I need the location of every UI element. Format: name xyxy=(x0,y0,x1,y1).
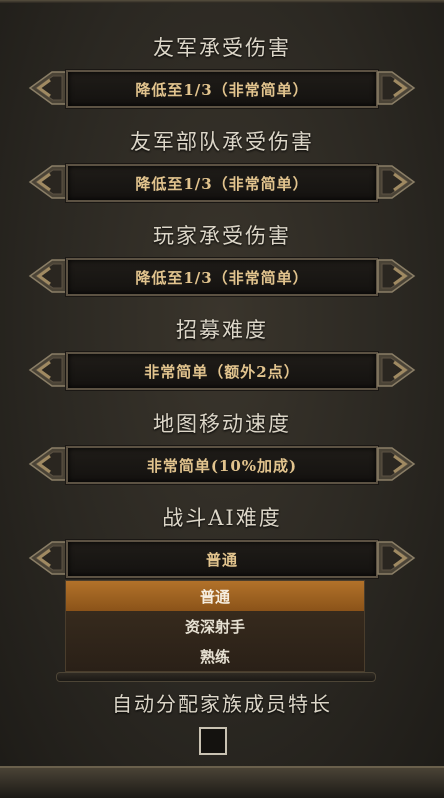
previous-arrow-icon[interactable] xyxy=(22,538,68,578)
value-display[interactable]: 普通 xyxy=(66,540,378,578)
bottom-frame-bar xyxy=(0,766,444,798)
setting-title: 招募难度 xyxy=(176,318,268,342)
setting-title: 友军部队承受伤害 xyxy=(130,130,314,154)
previous-arrow-icon[interactable] xyxy=(22,444,68,484)
auto-assign-perks-checkbox[interactable] xyxy=(199,727,227,755)
auto-assign-perks-label: 自动分配家族成员特长 xyxy=(112,692,332,716)
setting-title: 战斗AI难度 xyxy=(162,506,282,530)
value-display[interactable]: 降低至1/3（非常简单） xyxy=(66,164,378,202)
previous-arrow-icon[interactable] xyxy=(22,350,68,390)
previous-arrow-icon[interactable] xyxy=(22,256,68,296)
next-arrow-icon[interactable] xyxy=(376,538,422,578)
next-arrow-icon[interactable] xyxy=(376,350,422,390)
previous-arrow-icon[interactable] xyxy=(22,162,68,202)
next-arrow-icon[interactable] xyxy=(376,68,422,108)
next-arrow-icon[interactable] xyxy=(376,444,422,484)
value-selector: 降低至1/3（非常简单） xyxy=(22,68,422,108)
value-selector: 降低至1/3（非常简单） xyxy=(22,256,422,296)
dropdown-base-bar xyxy=(56,672,376,682)
next-arrow-icon[interactable] xyxy=(376,162,422,202)
next-arrow-icon[interactable] xyxy=(376,256,422,296)
value-display[interactable]: 降低至1/3（非常简单） xyxy=(66,258,378,296)
value-selector: 非常简单(10%加成) xyxy=(22,444,422,484)
dropdown-option[interactable]: 普通 xyxy=(66,581,364,611)
value-display[interactable]: 降低至1/3（非常简单） xyxy=(66,70,378,108)
dropdown-option[interactable]: 资深射手 xyxy=(66,611,364,641)
value-selector: 普通 xyxy=(22,538,422,578)
value-selector: 非常简单（额外2点） xyxy=(22,350,422,390)
previous-arrow-icon[interactable] xyxy=(22,68,68,108)
setting-title: 友军承受伤害 xyxy=(153,36,291,60)
setting-title: 地图移动速度 xyxy=(153,412,291,436)
dropdown-option[interactable]: 熟练 xyxy=(66,641,364,671)
battle-ai-dropdown-list: 普通 资深射手 熟练 xyxy=(65,580,365,672)
top-frame-edge xyxy=(0,0,444,3)
value-display[interactable]: 非常简单（额外2点） xyxy=(66,352,378,390)
value-display[interactable]: 非常简单(10%加成) xyxy=(66,446,378,484)
setting-title: 玩家承受伤害 xyxy=(153,224,291,248)
value-selector: 降低至1/3（非常简单） xyxy=(22,162,422,202)
